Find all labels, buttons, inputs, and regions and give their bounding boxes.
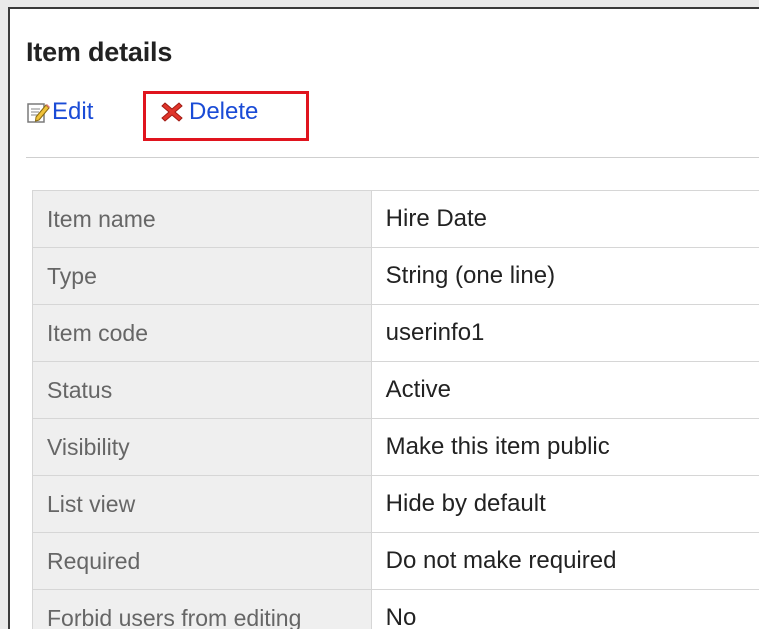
row-value: Do not make required [371,533,759,590]
row-value: Active [371,362,759,419]
row-value: Hide by default [371,476,759,533]
row-value: String (one line) [371,248,759,305]
table-row: Forbid users from editing No [33,590,759,629]
row-label: List view [33,476,372,533]
table-row: Item code userinfo1 [33,305,759,362]
row-value: Make this item public [371,419,759,476]
table-row: List view Hide by default [33,476,759,533]
row-label: Item code [33,305,372,362]
table-row: Status Active [33,362,759,419]
table-row: Item name Hire Date [33,191,759,248]
delete-icon [161,101,183,123]
edit-label: Edit [52,100,93,124]
divider [26,157,759,158]
item-details-table: Item name Hire Date Type String (one lin… [32,190,759,629]
row-label: Type [33,248,372,305]
table-row: Type String (one line) [33,248,759,305]
row-label: Forbid users from editing [33,590,372,629]
edit-link[interactable]: Edit [26,100,93,124]
row-label: Required [33,533,372,590]
edit-icon [26,100,50,124]
delete-link[interactable]: Delete [161,100,258,124]
page-title: Item details [26,37,172,68]
item-details-panel: Item details Edit Delete Item name [8,7,759,629]
row-value: No [371,590,759,629]
row-value: Hire Date [371,191,759,248]
table-row: Visibility Make this item public [33,419,759,476]
row-label: Status [33,362,372,419]
row-label: Visibility [33,419,372,476]
row-value: userinfo1 [371,305,759,362]
row-label: Item name [33,191,372,248]
table-row: Required Do not make required [33,533,759,590]
delete-label: Delete [189,100,258,124]
